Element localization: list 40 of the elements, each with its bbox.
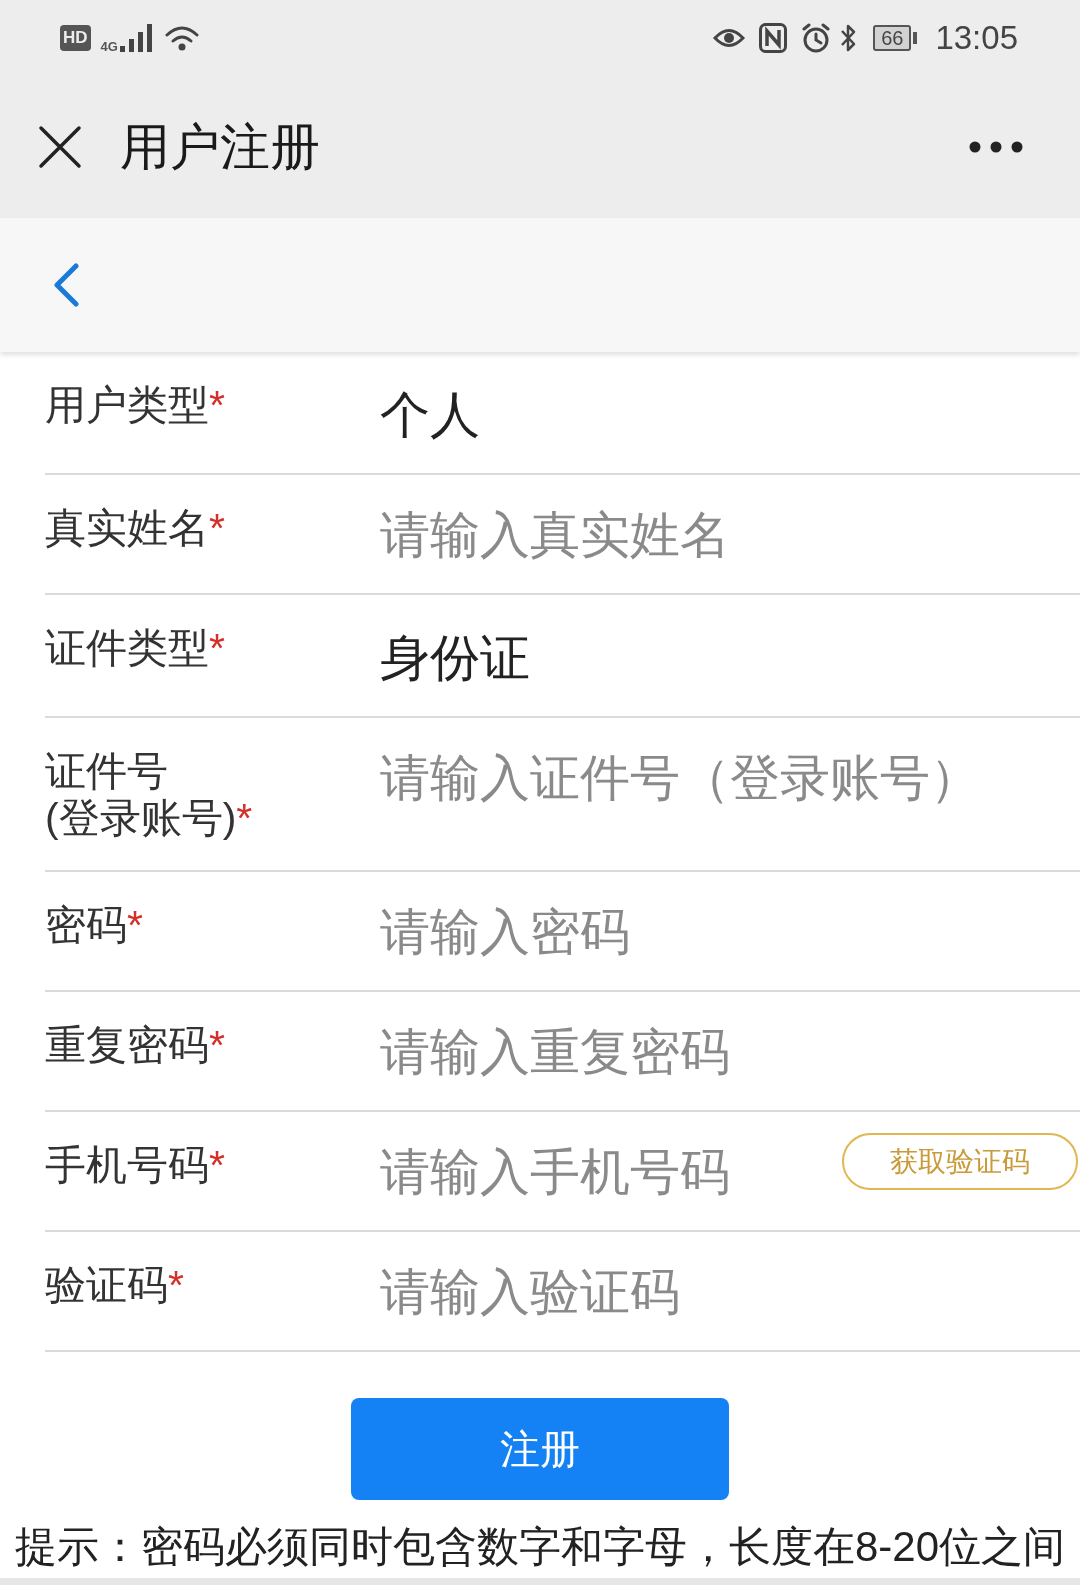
wifi-icon [163,23,200,52]
field-label: 手机号码 [45,1142,209,1188]
register-button[interactable]: 注册 [351,1398,729,1500]
required-asterisk: * [209,1142,225,1188]
field-label: 证件号 (登录账号) [45,748,237,841]
field-label: 密码 [45,902,127,948]
nfc-icon [759,22,788,53]
page-title: 用户注册 [120,117,320,177]
field-label: 验证码 [45,1262,168,1308]
input-field[interactable]: 请输入密码 [380,902,1080,962]
bluetooth-icon [839,22,858,53]
back-chevron-icon[interactable] [52,263,80,307]
network-type-label: 4G [100,39,118,53]
more-options-icon[interactable] [969,140,1023,153]
input-field[interactable]: 请输入真实姓名 [380,505,1080,565]
input-field[interactable]: 请输入手机号码 [380,1142,842,1202]
field-label: 真实姓名 [45,505,209,551]
battery-indicator: 66 [873,24,918,51]
field-label: 重复密码 [45,1022,209,1068]
close-icon[interactable] [38,124,82,169]
alarm-clock-icon [801,22,832,53]
select-field[interactable]: 个人 [380,385,1080,445]
field-label: 用户类型 [45,382,209,428]
required-asterisk: * [209,505,225,551]
required-asterisk: * [209,625,225,671]
input-field[interactable]: 请输入证件号（登录账号） [380,748,1080,808]
field-label: 证件类型 [45,625,209,671]
required-asterisk: * [209,382,225,428]
input-field[interactable]: 请输入验证码 [380,1262,1080,1322]
password-hint: 提示：密码必须同时包含数字和字母，长度在8-20位之间 [15,1522,1067,1572]
required-asterisk: * [209,1022,225,1068]
required-asterisk: * [236,795,253,841]
required-asterisk: * [168,1262,184,1308]
input-field[interactable]: 请输入重复密码 [380,1022,1080,1082]
status-time: 13:05 [935,19,1018,56]
hd-indicator: HD [60,24,91,51]
signal-bars-icon [119,23,154,52]
select-field[interactable]: 身份证 [380,628,1080,688]
eye-icon [713,26,746,49]
required-asterisk: * [127,902,143,948]
